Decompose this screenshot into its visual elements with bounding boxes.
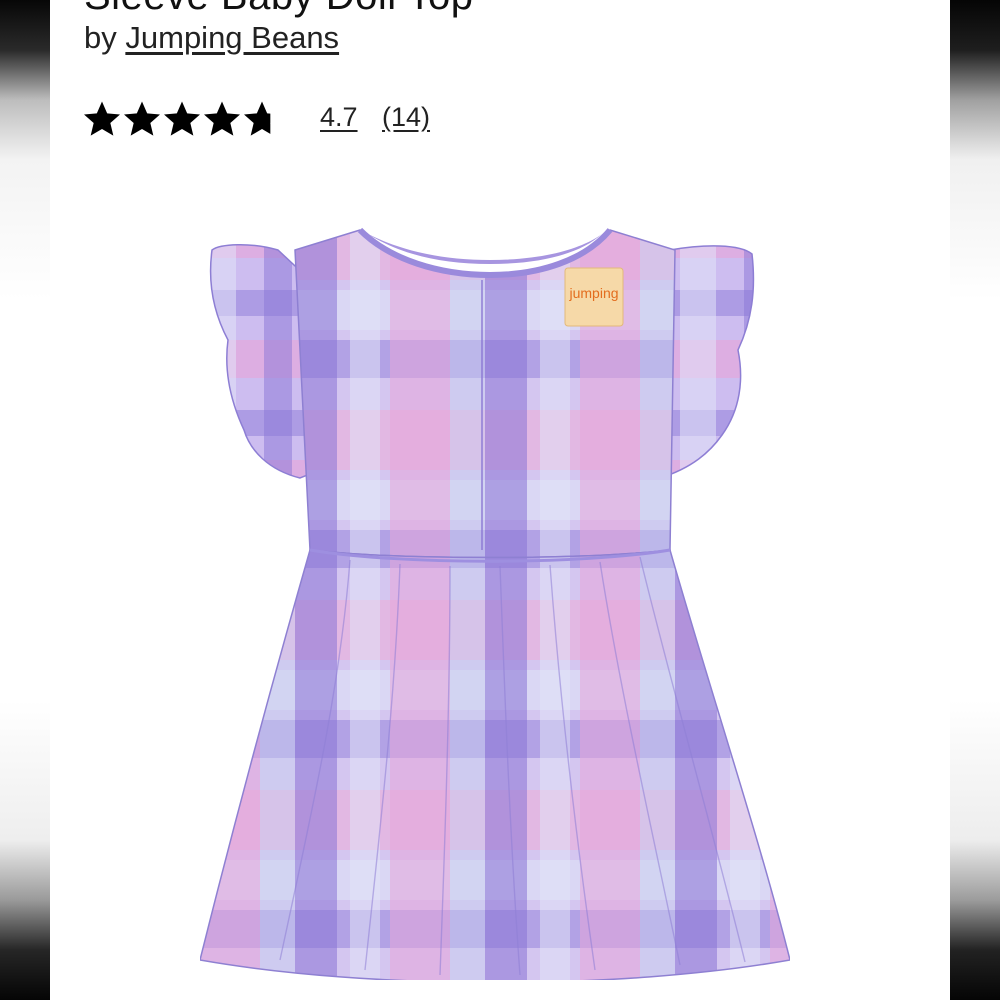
right-letterbox [950, 0, 1000, 1000]
product-image-dress[interactable]: jumping [200, 220, 790, 980]
star-icon [124, 101, 160, 136]
rating-value-link[interactable]: 4.7 [320, 102, 358, 133]
brand-byline: by Jumping Beans [84, 20, 339, 56]
product-title: Sleeve Baby Doll Top [84, 0, 474, 19]
half-star-icon [244, 101, 271, 136]
star-rating [82, 99, 282, 139]
clothing-tag-label: jumping [568, 285, 618, 301]
star-icon [164, 101, 200, 136]
by-prefix: by [84, 20, 117, 55]
star-icon [204, 101, 240, 136]
brand-link[interactable]: Jumping Beans [125, 20, 339, 55]
left-letterbox [0, 0, 50, 1000]
product-page: Sleeve Baby Doll Top by Jumping Beans 4.… [50, 0, 950, 1000]
review-count-link[interactable]: (14) [382, 102, 430, 133]
rating-summary[interactable]: 4.7 (14) [82, 96, 430, 142]
star-icon [84, 101, 120, 136]
